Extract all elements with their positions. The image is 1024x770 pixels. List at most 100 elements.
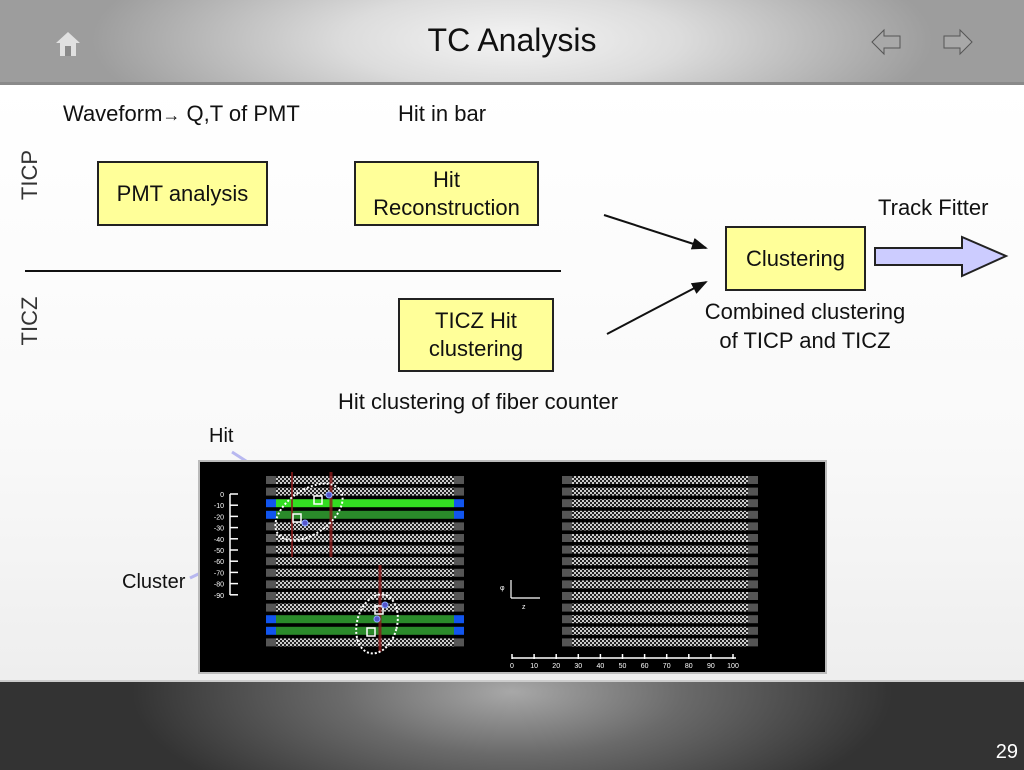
pmt-right: [454, 615, 464, 624]
fiber-bar: [276, 603, 454, 612]
pmt-right: [748, 476, 758, 484]
fiber-bar: [276, 487, 454, 496]
fiber-bar: [276, 592, 454, 600]
pmt-right: [454, 522, 464, 531]
right-panel: [562, 476, 758, 647]
pmt-left: [562, 580, 572, 589]
pmt-left: [266, 592, 276, 600]
axis-tick-label: 0: [510, 663, 514, 670]
fiber-bar: [276, 580, 454, 589]
fiber-bar: [572, 499, 748, 508]
fiber-bar: [572, 638, 748, 647]
fiber-bar: [572, 476, 748, 484]
fiber-bar: [276, 510, 454, 519]
axis-tick-label: -70: [214, 570, 224, 577]
pmt-right: [748, 580, 758, 589]
pmt-right: [748, 534, 758, 542]
pmt-left: [266, 557, 276, 566]
pmt-left: [562, 603, 572, 612]
pmt-right: [748, 499, 758, 508]
fiber-bar: [572, 510, 748, 519]
pmt-right: [748, 592, 758, 600]
hit-point: [301, 519, 309, 527]
pmt-left: [266, 499, 276, 508]
axis-tick-label: 40: [597, 663, 605, 670]
fiber-bar: [572, 592, 748, 600]
pmt-left: [562, 487, 572, 496]
axis-tick-label: 30: [574, 663, 582, 670]
pmt-left: [266, 603, 276, 612]
pmt-right: [454, 487, 464, 496]
cluster-callout-label: Cluster: [122, 571, 186, 593]
left-axis: 0 -10 -20 -30 -40 -50 -60 -70 -80 -90: [214, 492, 238, 600]
axis-tick-label: -80: [214, 582, 224, 589]
arrow-ticz-to-clustering: [606, 281, 708, 335]
left-panel: [266, 476, 464, 647]
pmt-left: [562, 499, 572, 508]
fiber-bar: [276, 626, 454, 635]
hit-point: [373, 615, 381, 623]
fiber-bar: [572, 487, 748, 496]
fiber-bar: [572, 568, 748, 577]
axis-tick-label: -20: [214, 514, 224, 521]
pmt-left: [266, 545, 276, 554]
axis-tick-label: -10: [214, 503, 224, 510]
fiber-bar: [572, 545, 748, 554]
pmt-right: [748, 557, 758, 566]
axis-tick-label: 10: [530, 663, 538, 670]
pmt-right: [454, 545, 464, 554]
pmt-right: [454, 626, 464, 635]
pmt-left: [562, 592, 572, 600]
pmt-left: [266, 534, 276, 542]
pmt-left: [266, 615, 276, 624]
fiber-bar: [572, 534, 748, 542]
axis-tick-label: 20: [552, 663, 560, 670]
cluster-ellipse: [355, 593, 399, 655]
pmt-left: [562, 626, 572, 635]
arrow-hit-reco-to-clustering: [603, 214, 708, 250]
pmt-right: [454, 568, 464, 577]
pmt-right: [454, 592, 464, 600]
fiber-bar: [276, 638, 454, 647]
pmt-left: [562, 545, 572, 554]
axis-tick-label: -60: [214, 559, 224, 566]
track-fitter-block-arrow: [874, 235, 1009, 278]
pmt-right: [748, 568, 758, 577]
axis-tick-label: -40: [214, 537, 224, 544]
pmt-right: [748, 615, 758, 624]
pmt-right: [454, 603, 464, 612]
pmt-left: [562, 615, 572, 624]
fiber-bar: [276, 557, 454, 566]
hit-point: [381, 601, 389, 609]
pmt-right: [454, 534, 464, 542]
pmt-left: [562, 510, 572, 519]
page-number: 29: [995, 741, 1018, 763]
axis-tick-label: -50: [214, 548, 224, 555]
pmt-left: [266, 568, 276, 577]
pmt-left: [266, 580, 276, 589]
fiber-bar: [572, 557, 748, 566]
fiber-bar: [572, 522, 748, 531]
fiber-bar: [572, 626, 748, 635]
pmt-left: [266, 638, 276, 647]
pmt-left: [562, 534, 572, 542]
hit-point: [325, 491, 333, 499]
pmt-right: [748, 545, 758, 554]
pmt-right: [748, 510, 758, 519]
pmt-right: [748, 487, 758, 496]
pmt-left: [562, 522, 572, 531]
fiber-bar: [276, 568, 454, 577]
pmt-left: [562, 568, 572, 577]
footer-bar: 29: [0, 680, 1024, 770]
pmt-right: [454, 638, 464, 647]
pmt-left: [266, 626, 276, 635]
fiber-bar: [276, 615, 454, 624]
hit-callout-label: Hit: [209, 425, 234, 447]
axis-tick-label: 60: [641, 663, 649, 670]
axis-tick-label: 100: [727, 663, 739, 670]
pmt-right: [454, 476, 464, 484]
pmt-right: [748, 603, 758, 612]
pmt-left: [266, 476, 276, 484]
pmt-left: [266, 487, 276, 496]
fiber-bar: [276, 476, 454, 484]
